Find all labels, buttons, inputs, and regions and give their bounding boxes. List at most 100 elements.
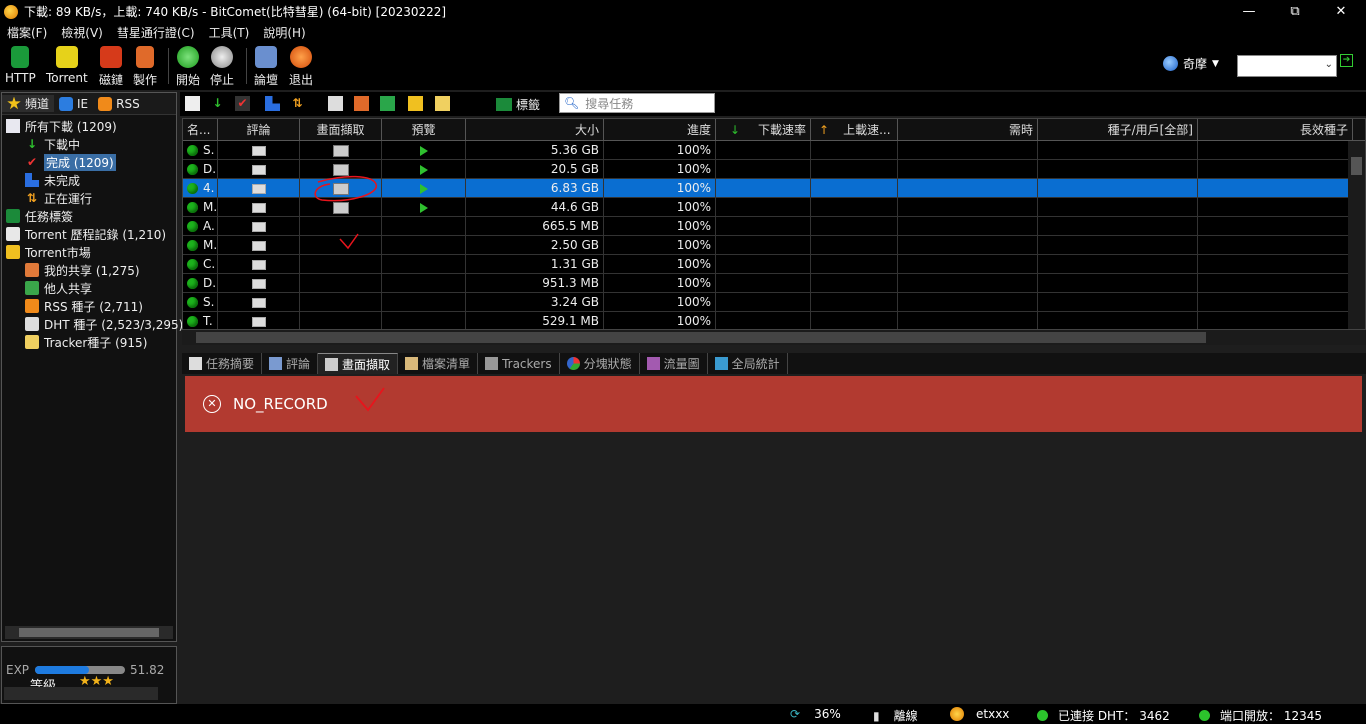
screenshot-icon[interactable] [332, 144, 349, 157]
up-down-arrows-icon[interactable]: ⇅ [290, 96, 305, 111]
tab-channel[interactable]: 頻道 [2, 95, 55, 112]
table-row[interactable]: M. 44.6 GB 100% [183, 198, 1353, 217]
tab-summary[interactable]: 任務摘要 [182, 353, 263, 374]
table-row[interactable]: S. 3.24 GB 100% [183, 293, 1353, 312]
tab-comments[interactable]: 評論 [262, 353, 319, 374]
scrollbar-thumb[interactable] [196, 332, 1206, 343]
table-row[interactable]: C. 1.31 GB 100% [183, 255, 1353, 274]
tab-traffic[interactable]: 流量圖 [640, 353, 708, 374]
tags-button[interactable]: 標籤 [496, 96, 540, 113]
envelope-icon[interactable] [251, 145, 266, 156]
table-row[interactable]: T. 529.1 MB 100% [183, 312, 1353, 329]
menu-help[interactable]: 說明(H) [256, 24, 312, 41]
menu-pass[interactable]: 彗星通行證(C) [110, 24, 202, 41]
incomplete-icon[interactable] [265, 96, 280, 111]
play-icon[interactable] [419, 183, 428, 194]
tab-rss[interactable]: RSS [93, 96, 145, 111]
sidebar-item-completed[interactable]: ✔ 完成 (1209) [25, 153, 116, 171]
menu-file[interactable]: 檔案(F) [0, 24, 54, 41]
envelope-icon[interactable] [251, 240, 266, 251]
minimize-button[interactable]: — [1226, 0, 1272, 23]
sidebar-item-downloading[interactable]: ↓ 下載中 [25, 135, 80, 153]
tab-file-list[interactable]: 檔案清單 [398, 353, 479, 374]
exit-search-icon[interactable]: ➔ [1340, 54, 1353, 67]
sidebar-item-myshare[interactable]: 我的共享 (1,275) [25, 261, 140, 279]
forum-button[interactable]: 論壇 [254, 46, 278, 88]
envelope-icon[interactable] [251, 259, 266, 270]
sidebar-item-all[interactable]: 所有下載 (1209) [6, 117, 117, 135]
tab-trackers[interactable]: Trackers [478, 353, 560, 374]
task-search-input[interactable]: 🔍︎ 搜尋任務 [559, 93, 715, 113]
envelope-icon[interactable] [251, 316, 266, 327]
maximize-button[interactable]: ⧉ [1272, 0, 1318, 23]
col-eta[interactable]: 需時 [898, 119, 1038, 141]
play-icon[interactable] [419, 202, 428, 213]
close-button[interactable]: ✕ [1318, 0, 1364, 23]
language-selector[interactable]: 奇摩 ▼ [1163, 55, 1219, 72]
screenshot-icon[interactable] [332, 163, 349, 176]
sidebar-item-incomplete[interactable]: 未完成 [25, 171, 80, 189]
table-horizontal-scrollbar[interactable] [182, 330, 1366, 345]
tab-pieces[interactable]: 分塊狀態 [560, 353, 640, 374]
upload-icon[interactable] [354, 96, 369, 111]
start-button[interactable]: 開始 [176, 46, 200, 88]
sidebar-item-rss[interactable]: RSS 種子 (2,711) [25, 297, 143, 315]
col-screenshot[interactable]: 畫面擷取 [300, 119, 382, 141]
make-torrent-button[interactable]: 製作 [133, 46, 157, 88]
menu-view[interactable]: 檢視(V) [54, 24, 110, 41]
table-row[interactable]: 4. 6.83 GB 100% [183, 179, 1353, 198]
menu-tools[interactable]: 工具(T) [202, 24, 257, 41]
sidebar-item-market[interactable]: Torrent市場 [6, 243, 91, 261]
arrow-down-icon[interactable]: ↓ [210, 96, 225, 111]
scrollbar-thumb[interactable] [19, 628, 159, 637]
table-row[interactable]: D. 951.3 MB 100% [183, 274, 1353, 293]
tab-ie[interactable]: IE [54, 96, 93, 111]
clipboard-icon[interactable] [435, 96, 450, 111]
torrent-button[interactable]: Torrent [46, 46, 88, 85]
envelope-icon[interactable] [251, 278, 266, 289]
envelope-icon[interactable] [251, 183, 266, 194]
col-preview[interactable]: 預覽 [382, 119, 466, 141]
table-row[interactable]: D. 20.5 GB 100% [183, 160, 1353, 179]
sidebar-item-othershare[interactable]: 他人共享 [25, 279, 92, 297]
sidebar-item-tracker[interactable]: Tracker種子 (915) [25, 333, 147, 351]
col-comment[interactable]: 評論 [218, 119, 300, 141]
col-upload-rate[interactable]: ↑ 上載速... [811, 119, 898, 141]
checkmark-icon[interactable]: ✔ [235, 96, 250, 111]
http-button[interactable]: HTTP [5, 46, 36, 85]
exp-scrollbar[interactable] [4, 687, 158, 700]
play-icon[interactable] [419, 145, 428, 156]
web-search-input[interactable]: ⌄ [1237, 55, 1337, 77]
tab-screenshot[interactable]: 畫面擷取 [318, 353, 399, 374]
exit-button[interactable]: 退出 [289, 46, 313, 88]
table-vertical-scrollbar[interactable] [1348, 141, 1365, 329]
stop-button[interactable]: 停止 [210, 46, 234, 88]
envelope-icon[interactable] [251, 221, 266, 232]
tab-global-stats[interactable]: 全局統計 [708, 353, 788, 374]
lightning-icon[interactable] [408, 96, 423, 111]
sidebar-item-tags[interactable]: 任務標簽 [6, 207, 73, 225]
download-icon[interactable] [380, 96, 395, 111]
status-user[interactable]: etxxx [950, 707, 1009, 721]
play-icon[interactable] [419, 164, 428, 175]
col-progress[interactable]: 進度 [604, 119, 716, 141]
screenshot-icon[interactable] [332, 201, 349, 214]
envelope-icon[interactable] [251, 297, 266, 308]
magnet-button[interactable]: 磁鏈 [99, 46, 123, 88]
envelope-icon[interactable] [251, 164, 266, 175]
scrollbar-thumb[interactable] [1351, 157, 1362, 175]
col-long-seed[interactable]: 長效種子 [1198, 119, 1353, 141]
import-icon[interactable] [328, 96, 343, 111]
sidebar-item-running[interactable]: ⇅ 正在運行 [25, 189, 92, 207]
col-seeds[interactable]: 種子/用戶[全部] [1038, 119, 1198, 141]
envelope-icon[interactable] [251, 202, 266, 213]
status-connection[interactable]: ▮ 離線 [873, 707, 918, 724]
screenshot-icon[interactable] [332, 182, 349, 195]
table-row[interactable]: M. 2.50 GB 100% [183, 236, 1353, 255]
col-download-rate[interactable]: ↓ 下載速率 [716, 119, 811, 141]
new-task-icon[interactable] [185, 96, 200, 111]
chevron-down-icon[interactable]: ⌄ [1325, 59, 1333, 70]
sidebar-item-dht[interactable]: DHT 種子 (2,523/3,295) [25, 315, 183, 333]
col-name[interactable]: 名... [183, 119, 218, 141]
sidebar-horizontal-scrollbar[interactable] [5, 626, 173, 639]
